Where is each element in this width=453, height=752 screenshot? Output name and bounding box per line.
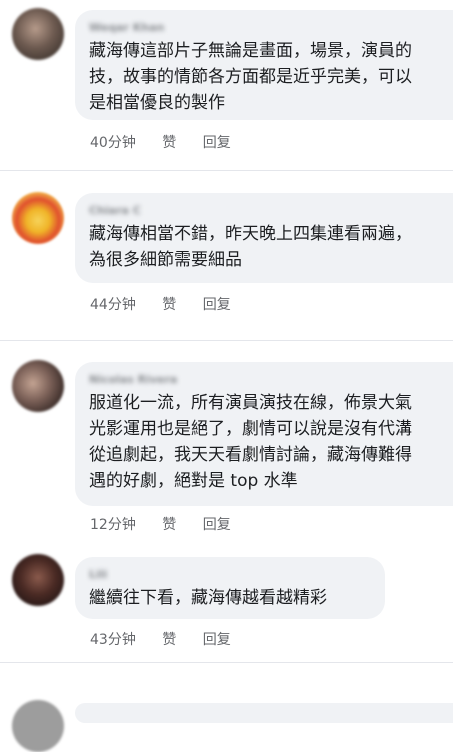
comment-text-line: 遇的好劇，絕對是 top 水準 bbox=[89, 471, 298, 491]
comment-actions: 40分钟 赞 回复 bbox=[90, 132, 253, 152]
reply-button[interactable]: 回复 bbox=[203, 294, 231, 314]
reply-button[interactable]: 回复 bbox=[203, 514, 231, 534]
comment-text-line: 藏海傳這部片子無論是畫面，場景，演員的 bbox=[89, 41, 412, 61]
comment-bubble bbox=[75, 703, 453, 723]
avatar[interactable] bbox=[12, 192, 64, 244]
comment-bubble: Nicolas Rivera 服道化一流，所有演員演技在線，佈景大氣 光影運用也… bbox=[75, 362, 453, 506]
divider bbox=[0, 662, 453, 663]
divider bbox=[0, 170, 453, 171]
comment-actions: 43分钟 赞 回复 bbox=[90, 629, 253, 649]
comment-timestamp: 40分钟 bbox=[90, 135, 136, 151]
comment-text-line: 光影運用也是絕了，劇情可以說是沒有代溝 bbox=[89, 419, 412, 439]
like-button[interactable]: 赞 bbox=[162, 294, 176, 314]
divider bbox=[0, 340, 453, 341]
comment-text-line: 藏海傳相當不錯，昨天晚上四集連看兩遍， bbox=[89, 224, 412, 244]
comment-text-line: 是相當優良的製作 bbox=[89, 93, 225, 113]
comment-text-line: 技，故事的情節各方面都是近乎完美，可以 bbox=[89, 67, 412, 87]
reply-button[interactable]: 回复 bbox=[203, 132, 231, 152]
reply-button[interactable]: 回复 bbox=[203, 629, 231, 649]
comment-actions: 44分钟 赞 回复 bbox=[90, 294, 253, 314]
avatar[interactable] bbox=[12, 360, 64, 412]
avatar[interactable] bbox=[12, 8, 64, 60]
comment-text-line: 服道化一流，所有演員演技在線，佈景大氣 bbox=[89, 393, 412, 413]
comment-timestamp: 43分钟 bbox=[90, 632, 136, 648]
avatar[interactable] bbox=[12, 554, 64, 606]
like-button[interactable]: 赞 bbox=[162, 629, 176, 649]
comment-bubble: Weqar Khan 藏海傳這部片子無論是畫面，場景，演員的 技，故事的情節各方… bbox=[75, 10, 453, 120]
comment-timestamp: 12分钟 bbox=[90, 517, 136, 533]
comment-bubble: Lili 繼續往下看，藏海傳越看越精彩 bbox=[75, 557, 385, 619]
like-button[interactable]: 赞 bbox=[162, 132, 176, 152]
comment-text-line: 繼續往下看，藏海傳越看越精彩 bbox=[89, 588, 327, 608]
comment-author[interactable]: Weqar Khan bbox=[89, 20, 453, 36]
like-button[interactable]: 赞 bbox=[162, 514, 176, 534]
comment-author[interactable]: Chiara C bbox=[89, 203, 453, 219]
comment-text-line: 為很多細節需要細品 bbox=[89, 250, 242, 270]
comment-timestamp: 44分钟 bbox=[90, 297, 136, 313]
comment-bubble: Chiara C 藏海傳相當不錯，昨天晚上四集連看兩遍， 為很多細節需要細品 bbox=[75, 193, 453, 283]
comment-text-line: 從追劇起，我天天看劇情討論，藏海傳難得 bbox=[89, 445, 412, 465]
comment-actions: 12分钟 赞 回复 bbox=[90, 514, 253, 534]
comment-author[interactable]: Lili bbox=[89, 567, 385, 583]
comment-author[interactable]: Nicolas Rivera bbox=[89, 372, 453, 388]
